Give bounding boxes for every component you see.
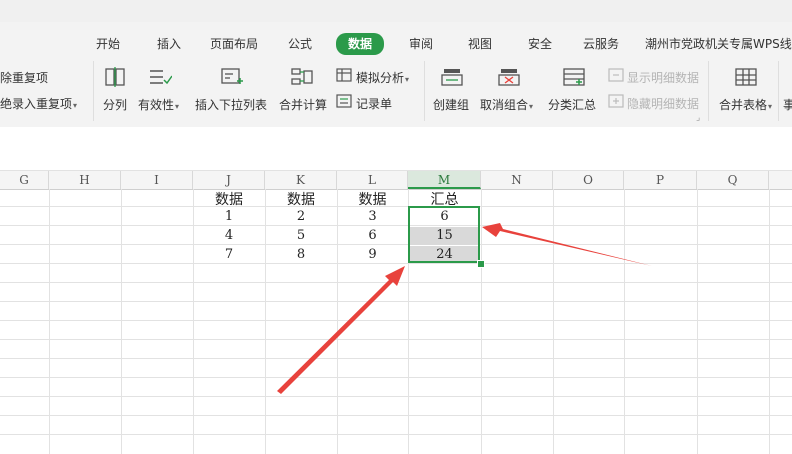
split-columns-icon [105, 67, 125, 87]
col-header-l[interactable]: L [337, 171, 408, 189]
create-group-icon [441, 69, 463, 86]
ribbon-toolbar: 除重复项 绝录入重复项▾ 分列 有效性▾ 插入下拉列表 合并计算 模拟分析▾ 记… [0, 55, 792, 128]
validity-button[interactable]: 有效性▾ [138, 96, 179, 113]
ungroup-icon [498, 69, 520, 86]
tab-page-layout[interactable]: 页面布局 [210, 34, 258, 54]
data-cell[interactable]: 9 [337, 247, 408, 262]
col-header-r[interactable] [769, 171, 792, 189]
col-header-k[interactable]: K [265, 171, 337, 189]
show-detail-button[interactable]: 显示明细数据 [627, 69, 699, 86]
create-group-button[interactable]: 创建组 [433, 96, 469, 113]
record-form-button[interactable]: 记录单 [356, 95, 392, 112]
col-header-i[interactable]: I [121, 171, 193, 189]
reject-duplicates-button[interactable]: 绝录入重复项▾ [0, 95, 77, 112]
tab-data[interactable]: 数据 [336, 33, 385, 55]
header-cell-j[interactable]: 数据 [193, 189, 265, 208]
whatif-analysis-button[interactable]: 模拟分析▾ [356, 69, 409, 86]
column-header-row: G H I J K L M N O P Q [0, 171, 792, 190]
tab-security[interactable]: 安全 [528, 34, 552, 54]
record-form-icon [336, 94, 352, 108]
formula-bar-area [0, 127, 792, 171]
tab-home[interactable]: 开始 [96, 34, 120, 54]
data-cell[interactable]: 6 [337, 228, 408, 243]
subtotal-icon [563, 68, 585, 86]
remove-duplicates-button[interactable]: 除重复项 [0, 69, 48, 86]
tab-review[interactable]: 审阅 [409, 34, 433, 54]
whatif-icon [336, 68, 352, 82]
tab-cloud-services[interactable]: 云服务 [583, 34, 619, 54]
data-cell[interactable]: 2 [265, 209, 337, 224]
col-header-h[interactable]: H [49, 171, 121, 189]
fill-handle[interactable] [477, 260, 485, 268]
data-cell[interactable]: 5 [265, 228, 337, 243]
header-cell-k[interactable]: 数据 [265, 189, 337, 208]
data-cell[interactable]: 3 [337, 209, 408, 224]
col-header-q[interactable]: Q [697, 171, 769, 189]
tab-view[interactable]: 视图 [468, 34, 492, 54]
consolidate-icon [291, 68, 313, 85]
show-detail-icon [608, 68, 624, 82]
col-header-m[interactable]: M [408, 171, 481, 189]
data-cell[interactable]: 8 [265, 247, 337, 262]
insert-dropdown-button[interactable]: 插入下拉列表 [195, 96, 267, 113]
data-cell[interactable]: 7 [193, 247, 265, 262]
data-cell[interactable]: 1 [193, 209, 265, 224]
merge-tables-icon [735, 68, 757, 86]
selection-border [408, 206, 480, 263]
col-header-p[interactable]: P [624, 171, 697, 189]
header-cell-l[interactable]: 数据 [337, 189, 408, 208]
consolidate-button[interactable]: 合并计算 [279, 96, 327, 113]
group-dialog-launcher-icon[interactable]: ⌟ [696, 113, 700, 123]
hide-detail-icon [608, 94, 624, 108]
header-cell-m[interactable]: 汇总 [408, 189, 481, 208]
tab-wps-online[interactable]: 潮州市党政机关专属WPS线上 [645, 34, 792, 54]
hide-detail-button[interactable]: 隐藏明细数据 [627, 95, 699, 112]
title-bar [0, 0, 792, 22]
ribbon-overflow[interactable]: 事 [783, 96, 792, 113]
data-cell[interactable]: 4 [193, 228, 265, 243]
col-header-n[interactable]: N [481, 171, 553, 189]
merge-tables-button[interactable]: 合并表格▾ [719, 96, 772, 113]
col-header-j[interactable]: J [193, 171, 265, 189]
validity-icon [150, 70, 172, 85]
subtotal-button[interactable]: 分类汇总 [548, 96, 596, 113]
col-header-g[interactable]: G [0, 171, 49, 189]
dropdown-list-icon [221, 68, 243, 84]
tab-insert[interactable]: 插入 [157, 34, 181, 54]
tab-formulas[interactable]: 公式 [288, 34, 312, 54]
split-columns-button[interactable]: 分列 [103, 96, 127, 113]
ungroup-button[interactable]: 取消组合▾ [480, 96, 533, 113]
col-header-o[interactable]: O [553, 171, 624, 189]
